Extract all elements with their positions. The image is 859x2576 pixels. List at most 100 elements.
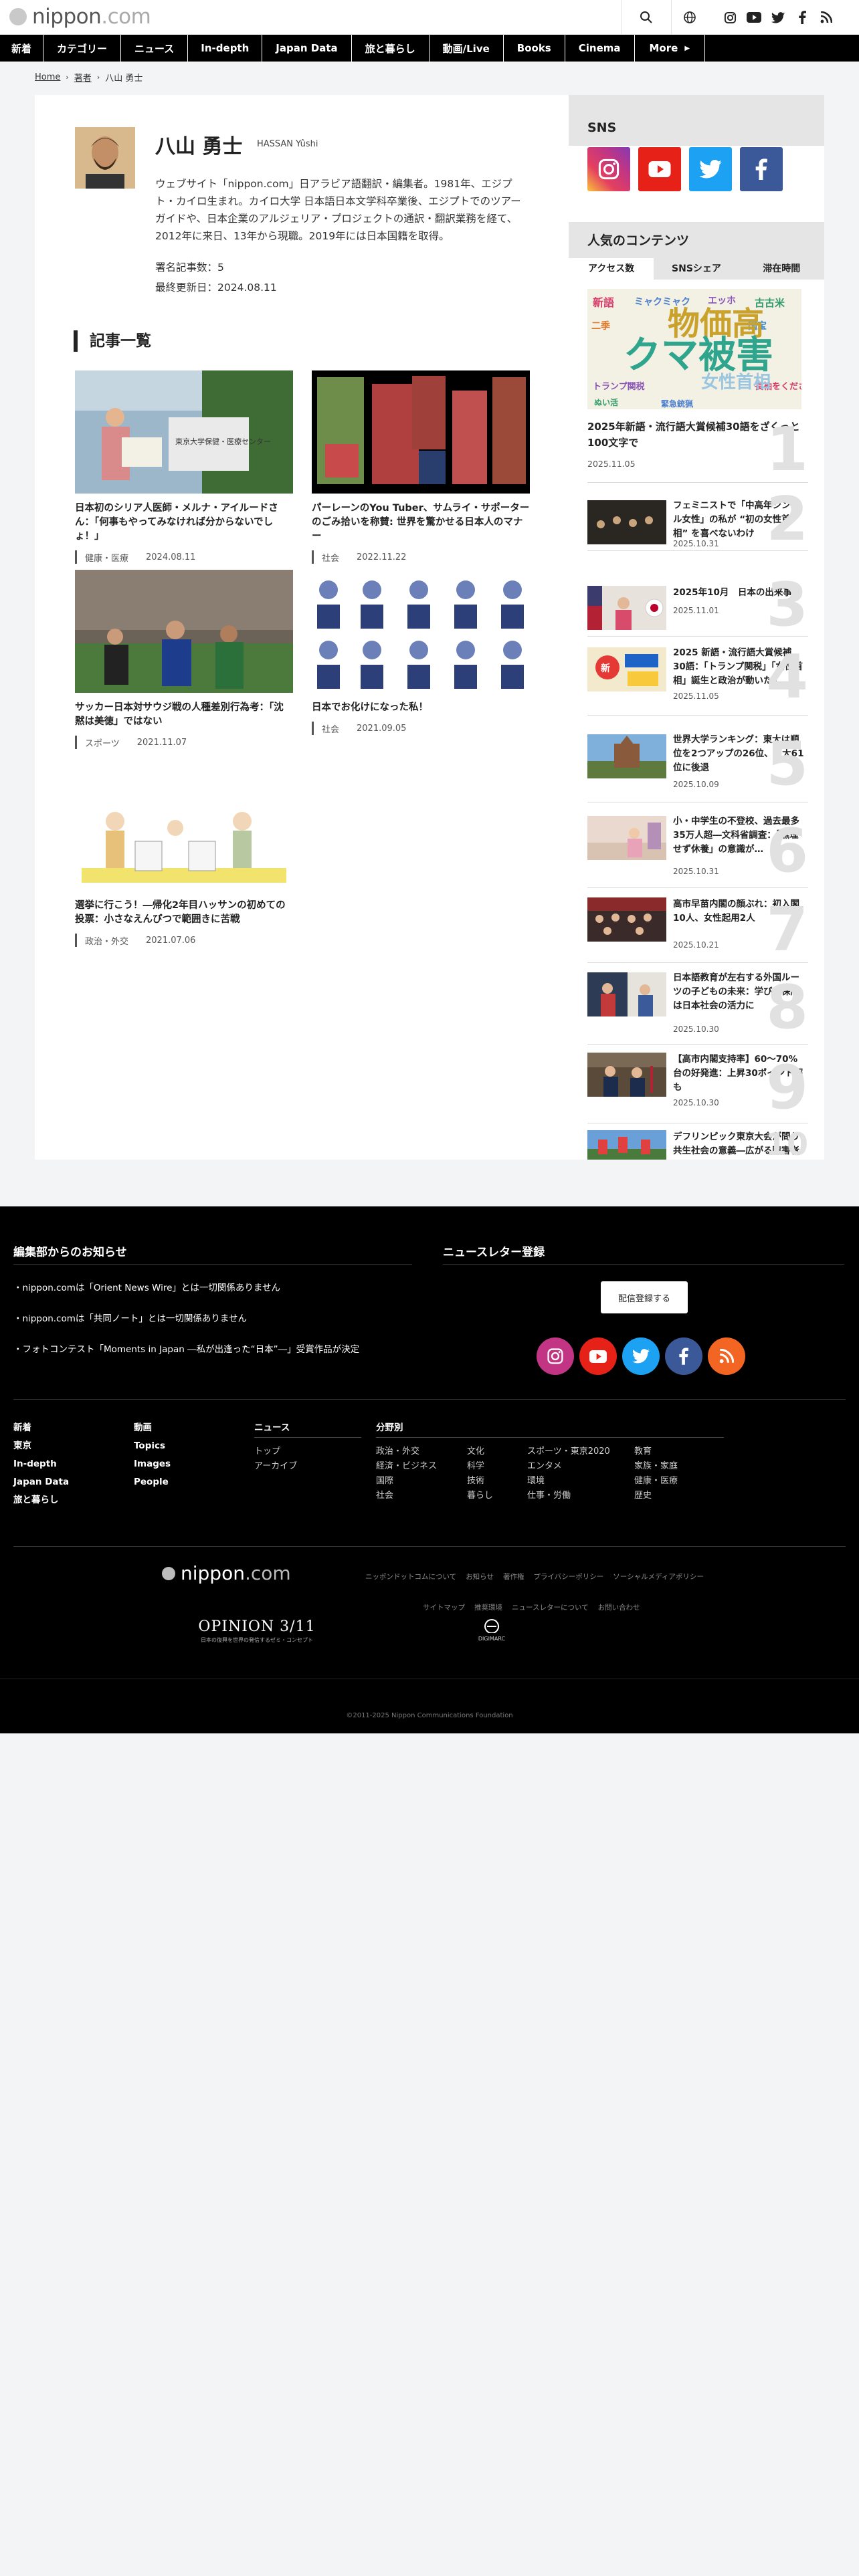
footer-small-link[interactable]: ニッポンドットコムについて (365, 1572, 456, 1582)
footer-link[interactable]: 歴史 (634, 1489, 708, 1503)
notice-item[interactable]: ・nippon.comは「共同ノート」とは一切関係ありません (13, 1311, 247, 1324)
nav-item-news[interactable]: ニュース (121, 35, 189, 62)
facebook-button[interactable] (665, 1337, 702, 1375)
footer-link[interactable]: 環境 (527, 1474, 634, 1489)
footer-small-link[interactable]: ソーシャルメディアポリシー (613, 1572, 704, 1582)
footer-link[interactable]: 旅と暮らし (13, 1491, 69, 1509)
footer-link[interactable]: In-depth (13, 1455, 69, 1473)
footer-link[interactable]: トップ (254, 1444, 361, 1459)
youtube-icon[interactable] (747, 10, 761, 25)
footer-link[interactable]: 科学 (467, 1459, 527, 1474)
breadcrumb-home[interactable]: Home (35, 72, 60, 82)
notice-item[interactable]: ・nippon.comは「Orient News Wire」とは一切関係ありませ… (13, 1280, 280, 1293)
footer-link[interactable]: Images (134, 1455, 171, 1473)
footer-link[interactable]: 文化 (467, 1444, 527, 1459)
ranking-item[interactable]: フェミニストで「中高年シングル女性」の私が “初の女性首相” を喜べないわけ 2… (587, 483, 808, 551)
ranking-item[interactable]: 小・中学生の不登校、過去最多35万人超―文科省調査：「無理せず休養」の意識が… … (587, 802, 808, 888)
nav-item-japan-data[interactable]: Japan Data (262, 35, 352, 62)
nav-item-new[interactable]: 新着 (0, 35, 44, 62)
article-category[interactable]: スポーツ (85, 736, 120, 749)
footer-link[interactable]: 健康・医療 (634, 1474, 708, 1489)
breadcrumb-authors[interactable]: 著者 (74, 71, 92, 84)
nav-item-category[interactable]: カテゴリー (43, 35, 122, 62)
footer-link[interactable]: 仕事・労働 (527, 1489, 634, 1503)
notice-item[interactable]: ・フォトコンテスト「Moments in Japan ―私が出逢った“日本”―」… (13, 1341, 359, 1355)
article-category[interactable]: 政治・外交 (85, 934, 128, 947)
nav-item-books[interactable]: Books (504, 35, 565, 62)
article-title[interactable]: サッカー日本対サウジ戦の人種差別行為考：「沈黙は美徳」ではない (75, 701, 293, 729)
nav-item-video-live[interactable]: 動画/Live (430, 35, 504, 62)
facebook-icon[interactable] (795, 10, 809, 25)
rss-icon[interactable] (819, 10, 834, 25)
opinion-banner[interactable]: OPINION 3/11 日本の復興を世界の発信するゼミ・コンセプト (197, 1618, 317, 1644)
article-category[interactable]: 社会 (322, 551, 339, 564)
footer-small-link[interactable]: 推奨環境 (474, 1602, 502, 1612)
nav-item-cinema[interactable]: Cinema (565, 35, 635, 62)
tab-stay-time[interactable]: 滞在時間 (739, 258, 824, 280)
globe-icon[interactable] (682, 10, 697, 25)
footer-link[interactable]: Topics (134, 1437, 171, 1455)
nav-item-travel-life[interactable]: 旅と暮らし (352, 35, 430, 62)
footer-small-link[interactable]: プライバシーポリシー (533, 1572, 603, 1582)
ranking-item[interactable]: 【高市内閣支持率】60〜70%台の好発進：上昇30ポイント超も 2025.10.… (587, 1045, 808, 1123)
article-card[interactable]: サッカー日本対サウジ戦の人種差別行為考：「沈黙は美徳」ではない スポーツ 2021… (75, 570, 293, 749)
ranking-item[interactable]: 高市早苗内閣の顔ぶれ：初入閣10人、女性起用2人 2025.10.21 7 (587, 888, 808, 963)
footer-small-link[interactable]: お問い合わせ (598, 1602, 640, 1612)
article-card[interactable]: 東京大学保健・医療センター 日本初のシリア人医師・メルナ・アイルードさん：「何事… (75, 370, 293, 564)
ranking-item[interactable]: 世界大学ランキング：東大は順位を2つアップの26位、京大61位に後退 2025.… (587, 716, 808, 802)
twitter-button[interactable] (622, 1337, 660, 1375)
footer-link[interactable]: 社会 (376, 1489, 467, 1503)
footer-link[interactable]: エンタメ (527, 1459, 634, 1474)
ranking-item[interactable]: 2025年10月 日本の出来事 2025.11.01 3 (587, 568, 808, 637)
footer-small-link[interactable]: お知らせ (466, 1572, 494, 1582)
footer-link[interactable]: アーカイブ (254, 1459, 361, 1474)
ranking-item[interactable]: 日本語教育が左右する外国ルーツの子どもの未来：学びの保障は日本社会の活力に 20… (587, 963, 808, 1045)
footer-small-link[interactable]: ニュースレターについて (512, 1602, 589, 1612)
footer-link[interactable]: 暮らし (467, 1489, 527, 1503)
youtube-button[interactable] (579, 1337, 617, 1375)
footer-link[interactable]: 動画 (134, 1419, 171, 1437)
article-title[interactable]: 日本でお化けになった私！ (312, 701, 530, 715)
article-title[interactable]: 選挙に行こう！―帰化2年目ハッサンの初めての投票：小さなえんぴつで範囲きに苦戦 (75, 899, 293, 927)
article-card[interactable]: 選挙に行こう！―帰化2年目ハッサンの初めての投票：小さなえんぴつで範囲きに苦戦 … (75, 768, 293, 947)
footer-link[interactable]: 新着 (13, 1419, 69, 1437)
footer-link[interactable]: 技術 (467, 1474, 527, 1489)
footer-link[interactable]: スポーツ・東京2020 (527, 1444, 634, 1459)
article-title[interactable]: 日本初のシリア人医師・メルナ・アイルードさん：「何事もやってみなければ分からない… (75, 502, 293, 544)
instagram-button[interactable] (587, 147, 630, 191)
search-button[interactable] (621, 0, 672, 35)
twitter-button[interactable] (689, 147, 732, 191)
rss-button[interactable] (708, 1337, 745, 1375)
footer-link[interactable]: Japan Data (13, 1473, 69, 1491)
article-category[interactable]: 健康・医療 (85, 551, 128, 564)
tab-sns-share[interactable]: SNSシェア (654, 258, 739, 280)
footer-link[interactable]: People (134, 1473, 171, 1491)
nav-item-more[interactable]: More ▶ (635, 35, 706, 62)
instagram-icon[interactable] (723, 10, 737, 25)
instagram-button[interactable] (537, 1337, 574, 1375)
youtube-button[interactable] (638, 147, 681, 191)
footer-logo[interactable]: nippon.com (162, 1562, 291, 1584)
ranking-item[interactable]: デフリンピック東京大会が問う共生社会の意義―広がる障害者スポーツへの理解 10 (587, 1123, 808, 1160)
newsletter-subscribe-button[interactable]: 配信登録する (601, 1281, 688, 1313)
article-title[interactable]: パーレーンのYou Tuber、サムライ・サポーターのごみ拾いを称賛: 世界を驚… (312, 502, 530, 544)
site-logo[interactable]: nippon.com (9, 5, 151, 29)
facebook-button[interactable] (740, 147, 783, 191)
tab-access[interactable]: アクセス数 (569, 258, 654, 280)
footer-small-link[interactable]: 著作権 (503, 1572, 524, 1582)
article-card[interactable]: パーレーンのYou Tuber、サムライ・サポーターのごみ拾いを称賛: 世界を驚… (312, 370, 530, 564)
footer-link[interactable]: 東京 (13, 1437, 69, 1455)
twitter-icon[interactable] (771, 10, 785, 25)
footer-link[interactable]: 教育 (634, 1444, 708, 1459)
footer-link[interactable]: 経済・ビジネス (376, 1459, 467, 1474)
article-card[interactable]: 日本でお化けになった私！ 社会 2021.09.05 (312, 570, 530, 735)
footer-link[interactable]: 政治・外交 (376, 1444, 467, 1459)
article-category[interactable]: 社会 (322, 722, 339, 735)
digimarc-logo[interactable]: DIGIMARC (468, 1618, 515, 1642)
ranking-featured[interactable]: 新語ミャクミャクエッホ古古米二季国宝トランプ関税長袖をくださいぬい活緊急銃猟 物… (587, 289, 808, 483)
nav-item-in-depth[interactable]: In-depth (188, 35, 263, 62)
footer-link[interactable]: 家族・家庭 (634, 1459, 708, 1474)
footer-small-link[interactable]: サイトマップ (423, 1602, 465, 1612)
ranking-item[interactable]: 新 2025 新語・流行語大賞候補30語：「トランプ関税」「女性首相」誕生と政治… (587, 637, 808, 716)
footer-link[interactable]: 国際 (376, 1474, 467, 1489)
